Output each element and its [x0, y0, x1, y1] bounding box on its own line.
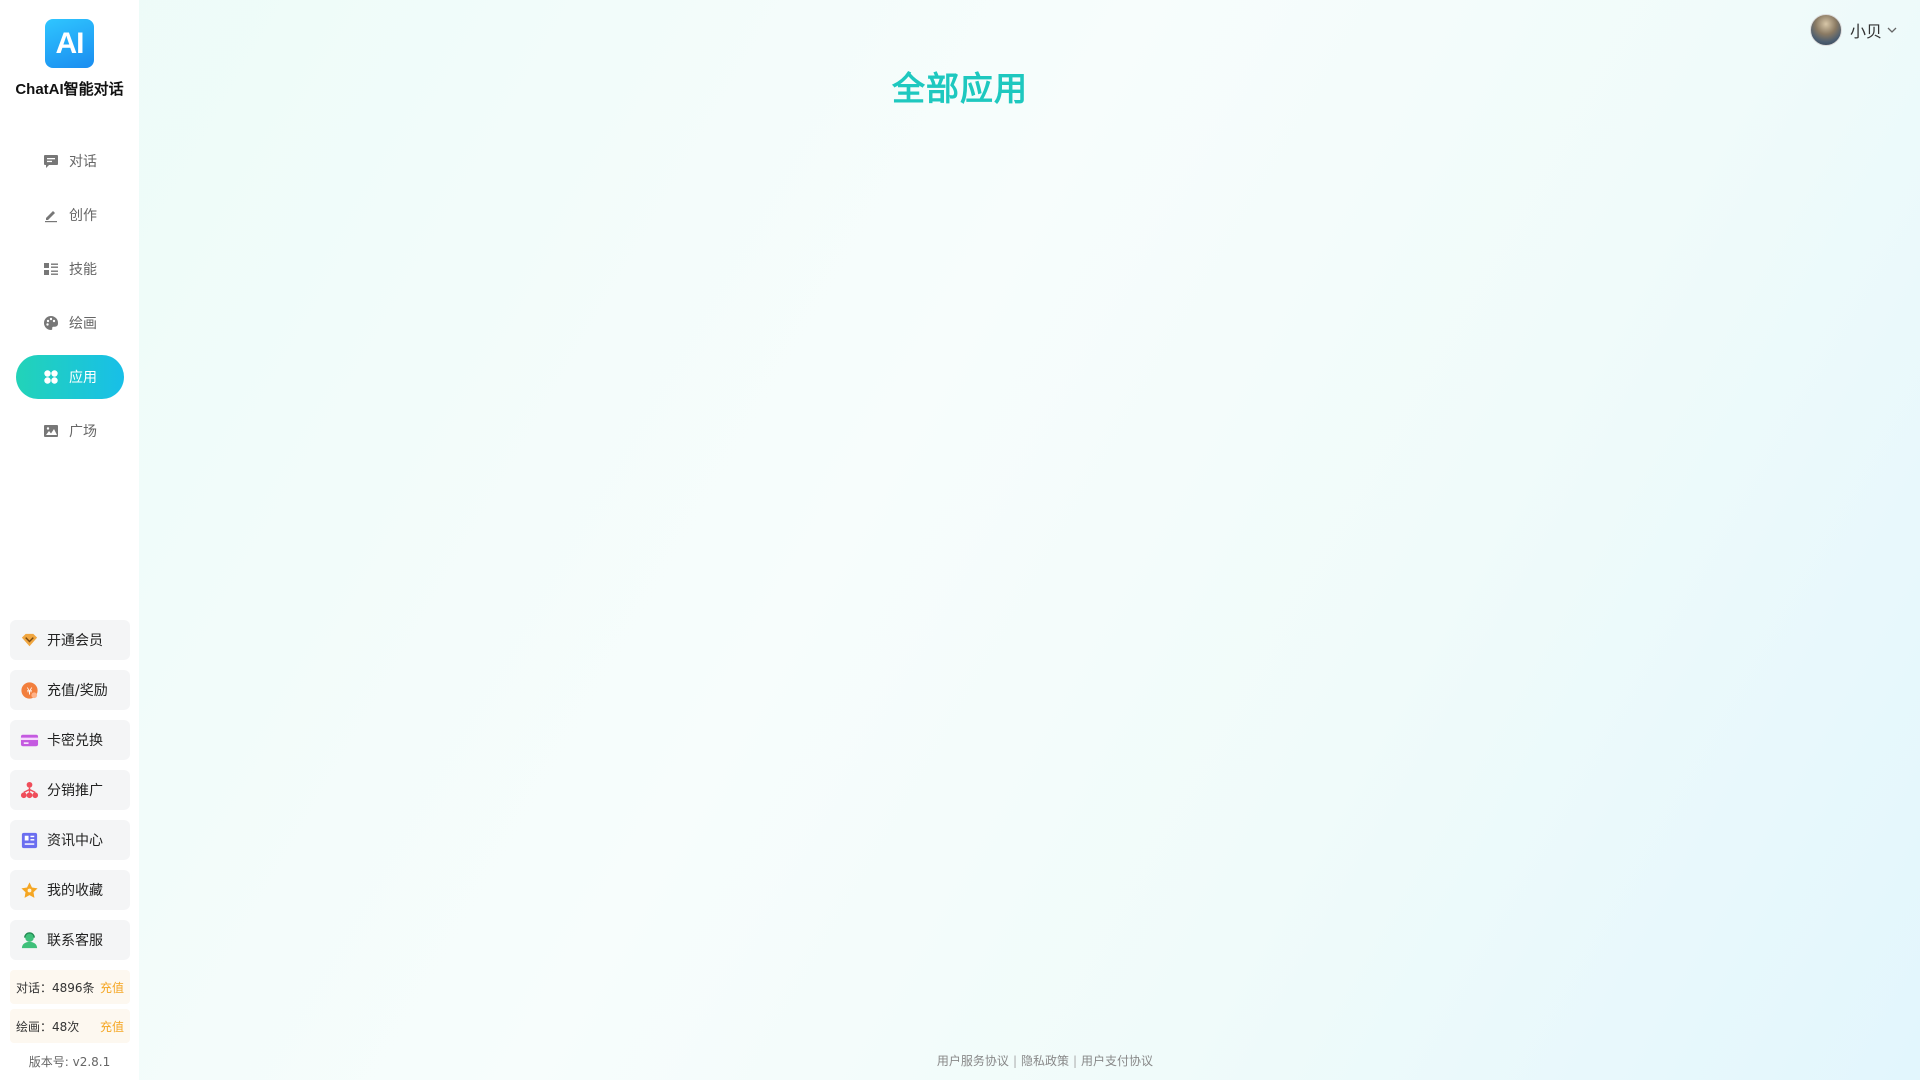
footer-separator: |	[1073, 1054, 1078, 1068]
menu-label: 资讯中心	[47, 833, 103, 849]
app-logo[interactable]: AI	[45, 19, 94, 68]
menu-label: 我的收藏	[47, 883, 103, 899]
draw-recharge-link[interactable]: 充值	[100, 1018, 124, 1035]
nav-item-square[interactable]: 广场	[16, 409, 124, 453]
pen-icon	[43, 207, 59, 223]
chat-quota-text: 对话：4896条	[16, 980, 95, 995]
footer-links: 用户服务协议 | 隐私政策 | 用户支付协议	[900, 1052, 1190, 1069]
chat-quota: 对话：4896条 充值	[10, 970, 130, 1004]
payment-agreement-link[interactable]: 用户支付协议	[1081, 1054, 1153, 1068]
image-icon	[43, 423, 59, 439]
distribution-icon	[20, 781, 39, 800]
list-icon	[43, 261, 59, 277]
user-name[interactable]: 小贝	[1850, 18, 1882, 42]
nav-item-apps[interactable]: 应用	[16, 355, 124, 399]
news-icon	[20, 831, 39, 850]
menu-distribution[interactable]: 分销推广	[10, 770, 130, 810]
menu-label: 开通会员	[47, 633, 103, 649]
apps-icon	[43, 369, 59, 385]
card-icon	[20, 731, 39, 750]
menu-label: 充值/奖励	[47, 683, 108, 699]
chat-icon	[43, 153, 59, 169]
draw-quota: 绘画：48次 充值	[10, 1009, 130, 1043]
menu-card-redeem[interactable]: 卡密兑换	[10, 720, 130, 760]
draw-quota-text: 绘画：48次	[16, 1019, 80, 1034]
nav-item-label: 绘画	[69, 316, 97, 332]
chevron-down-icon[interactable]	[1886, 24, 1898, 36]
palette-icon	[43, 315, 59, 331]
nav-item-create[interactable]: 创作	[16, 193, 124, 237]
menu-customer-service[interactable]: 联系客服	[10, 920, 130, 960]
nav-item-label: 广场	[69, 424, 97, 440]
chat-recharge-link[interactable]: 充值	[100, 979, 124, 996]
brand-name: ChatAI智能对话	[15, 81, 124, 98]
vip-diamond-icon	[20, 631, 39, 650]
nav-item-label: 应用	[69, 370, 97, 386]
nav-item-chat[interactable]: 对话	[16, 139, 124, 183]
menu-label: 分销推广	[47, 783, 103, 799]
version-label: 版本号: v2.8.1	[28, 1055, 111, 1069]
menu-recharge[interactable]: ¥ 充值/奖励	[10, 670, 130, 710]
user-service-agreement-link[interactable]: 用户服务协议	[937, 1054, 1009, 1068]
star-icon	[20, 881, 39, 900]
sidebar: AI ChatAI智能对话 对话 创作 技能 绘画 应用 广场 开通会员 ¥ 充…	[0, 0, 139, 1080]
menu-news[interactable]: 资讯中心	[10, 820, 130, 860]
menu-favorites[interactable]: 我的收藏	[10, 870, 130, 910]
page-title: 全部应用	[892, 69, 1028, 108]
nav-item-draw[interactable]: 绘画	[16, 301, 124, 345]
footer-separator: |	[1012, 1054, 1017, 1068]
customer-service-icon	[20, 931, 39, 950]
menu-label: 联系客服	[47, 933, 103, 949]
nav-item-label: 创作	[69, 208, 97, 224]
nav-item-label: 技能	[69, 262, 97, 278]
user-menu[interactable]: 小贝	[1810, 14, 1898, 46]
privacy-policy-link[interactable]: 隐私政策	[1021, 1054, 1069, 1068]
nav-item-skills[interactable]: 技能	[16, 247, 124, 291]
avatar[interactable]	[1810, 14, 1842, 46]
recharge-coin-icon: ¥	[20, 681, 39, 700]
menu-vip[interactable]: 开通会员	[10, 620, 130, 660]
menu-label: 卡密兑换	[47, 733, 103, 749]
nav-item-label: 对话	[69, 154, 97, 170]
